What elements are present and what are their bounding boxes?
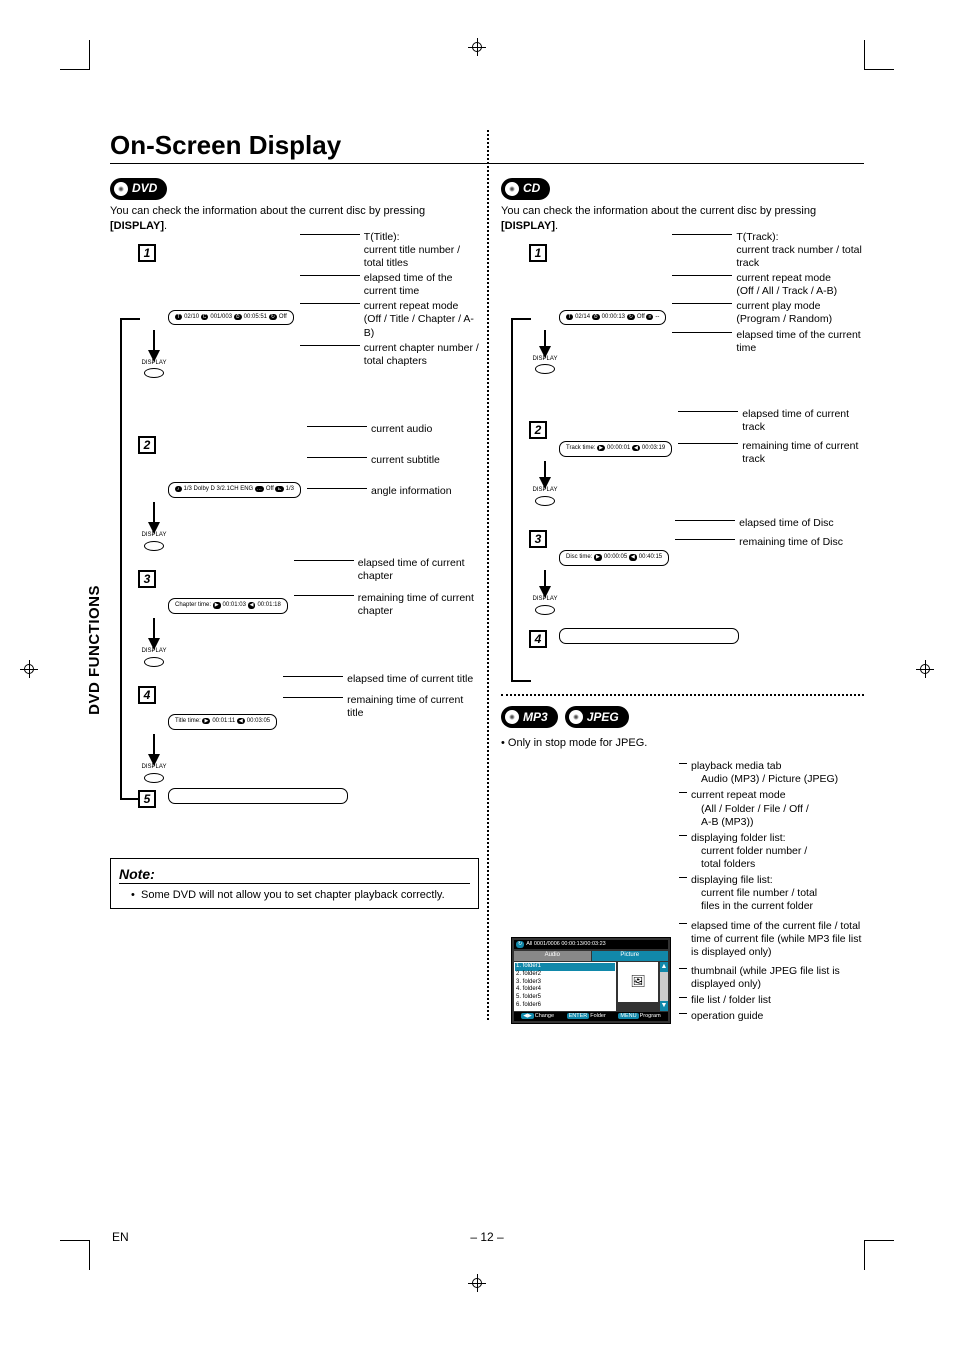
annotation: angle information: [307, 485, 479, 498]
arrow-line: [544, 330, 546, 346]
cd-badge: CD: [501, 178, 550, 200]
dvd-osd-5-empty: [168, 788, 348, 804]
annotation: elapsed time of the current time: [672, 329, 864, 355]
display-button-icon: DISPLAY: [134, 360, 174, 380]
arrow-line: [153, 502, 155, 522]
mp3-note: • Only in stop mode for JPEG.: [501, 736, 864, 751]
side-tab: DVD FUNCTIONS: [86, 585, 103, 715]
annotation: elapsed time of current track: [678, 408, 864, 434]
footer-lang: EN: [112, 1230, 129, 1244]
display-button-icon: DISPLAY: [525, 596, 565, 616]
rail-line: [511, 318, 513, 680]
arrow-line: [153, 330, 155, 350]
display-button-icon: DISPLAY: [525, 487, 565, 507]
cd-step-2: 2: [529, 421, 547, 439]
step-number-5: 5: [138, 790, 156, 808]
dvd-osd-1: T02/10 C001/003 ⏱00:05:51 ↻Off: [168, 310, 294, 326]
annotation: current subtitle: [307, 454, 479, 467]
mp3-badge: MP3: [501, 706, 558, 728]
annotation: playback media tabAudio (MP3) / Picture …: [679, 760, 864, 786]
annotation: remaining time of current track: [678, 440, 864, 466]
dvd-badge: DVD: [110, 178, 167, 200]
annotation: operation guide: [679, 1010, 864, 1023]
browser-scrollbar: ▲▼: [660, 962, 668, 1011]
annotation: current play mode (Program / Random): [672, 300, 864, 326]
annotation: remaining time of current chapter: [294, 592, 479, 618]
display-button-icon: DISPLAY: [134, 648, 174, 668]
browser-thumbnail: 🖼: [618, 962, 658, 1002]
annotation: remaining time of Disc: [675, 536, 864, 549]
annotation: current chapter number / total chapters: [300, 342, 479, 368]
cd-step-3: 3: [529, 530, 547, 548]
footer-page-number: – 12 –: [470, 1230, 503, 1244]
dvd-osd-3: Chapter time: ▶00:01:03 ◀00:01:18: [168, 598, 288, 614]
annotation: displaying file list:current file number…: [679, 874, 864, 913]
annotation: current repeat mode (Off / Title / Chapt…: [300, 300, 479, 339]
cd-step-1: 1: [529, 244, 547, 262]
file-browser-osd: ↻All 0001/0006 00:00:13/00:03:23 Audio P…: [511, 937, 671, 1024]
crop-mark: [864, 1240, 894, 1270]
display-button-icon: DISPLAY: [134, 764, 174, 784]
annotation: elapsed time of the current file / total…: [679, 920, 864, 959]
reg-mark-left: [20, 660, 38, 678]
note-item: Some DVD will not allow you to set chapt…: [131, 888, 470, 902]
annotation: elapsed time of the current time: [300, 272, 479, 298]
annotation: current repeat mode(All / Folder / File …: [679, 789, 864, 828]
dvd-osd-2: ♪1/3 Dolby D 3/2.1CH ENG …Off ⊾1/3: [168, 482, 301, 498]
cd-osd-3: Disc time: ▶00:00:05 ◀00:40:15: [559, 550, 669, 566]
browser-tab-audio: Audio: [514, 951, 591, 961]
browser-folder-list: 1. folder1 2. folder2 3. folder3 4. fold…: [514, 962, 616, 1011]
arrow-line: [153, 618, 155, 638]
crop-mark: [864, 40, 894, 70]
browser-operation-guide: ◀▶Change ENTERFolder MENUProgram: [514, 1012, 668, 1021]
annotation: elapsed time of current chapter: [294, 557, 479, 583]
annotation: displaying folder list:current folder nu…: [679, 832, 864, 871]
browser-tab-picture: Picture: [592, 951, 669, 961]
step-number-2: 2: [138, 436, 156, 454]
crop-mark: [60, 40, 90, 70]
step-number-4: 4: [138, 686, 156, 704]
cd-osd-4-empty: [559, 628, 739, 644]
reg-mark-bottom: [468, 1274, 486, 1292]
dvd-osd-4: Title time: ▶00:01:11 ◀00:03:05: [168, 714, 277, 730]
annotation: elapsed time of current title: [283, 673, 479, 686]
jpeg-badge: JPEG: [565, 706, 629, 728]
reg-mark-right: [916, 660, 934, 678]
arrow-line: [544, 461, 546, 477]
display-button-icon: DISPLAY: [134, 532, 174, 552]
step-number-3: 3: [138, 570, 156, 588]
annotation: current audio: [307, 423, 479, 436]
reg-mark-top: [468, 38, 486, 56]
annotation: elapsed time of Disc: [675, 517, 864, 530]
display-button-icon: DISPLAY: [525, 356, 565, 376]
annotation: T(Title): current title number / total t…: [300, 231, 479, 270]
note-box: Note: Some DVD will not allow you to set…: [110, 858, 479, 909]
annotation: current repeat mode (Off / All / Track /…: [672, 272, 864, 298]
note-header: Note:: [119, 865, 470, 884]
annotation: T(Track): current track number / total t…: [672, 231, 864, 270]
annotation: file list / folder list: [679, 994, 864, 1007]
annotation: remaining time of current title: [283, 694, 479, 720]
crop-mark: [60, 1240, 90, 1270]
horizontal-separator: [501, 694, 864, 696]
annotation: thumbnail (while JPEG file list is displ…: [679, 965, 864, 991]
cd-step-4: 4: [529, 630, 547, 648]
arrow-line: [153, 734, 155, 754]
cd-osd-1: T02/14 ⏱00:00:13 ↻Off ≡--: [559, 310, 666, 326]
arrow-line: [544, 570, 546, 586]
step-number-1: 1: [138, 244, 156, 262]
cd-osd-2: Track time: ▶00:00:01 ◀00:03:19: [559, 441, 672, 457]
